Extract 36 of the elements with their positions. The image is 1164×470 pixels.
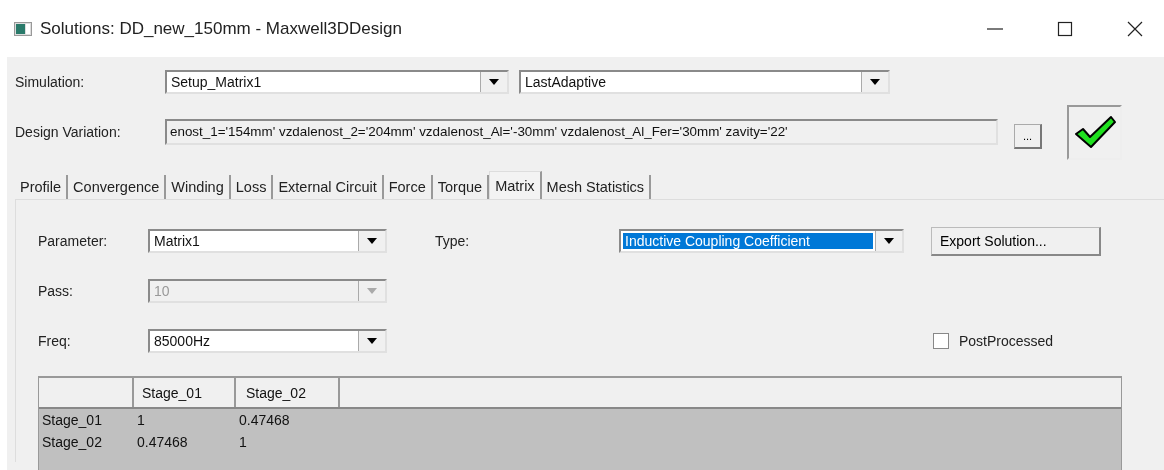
caret-icon xyxy=(870,79,880,85)
table-cell-text: 1 xyxy=(136,412,146,428)
browse-button[interactable]: ... xyxy=(1014,123,1042,149)
setup-dropdown[interactable]: Setup_Matrix1 xyxy=(165,70,509,94)
maximize-icon xyxy=(1057,20,1073,37)
field-label: Parameter: xyxy=(38,233,109,249)
column-header: Stage_02 xyxy=(236,378,340,407)
caret-icon xyxy=(367,338,377,344)
caret-icon xyxy=(367,238,377,244)
column-header: Stage_01 xyxy=(134,378,236,407)
caret-icon xyxy=(367,288,377,294)
export-button[interactable]: Export Solution... xyxy=(931,226,1101,256)
window-title: Solutions: DD_new_150mm - Maxwell3DDesign xyxy=(40,18,403,39)
frequency-dropdown[interactable]: 85000Hz xyxy=(148,329,387,353)
checkbox[interactable] xyxy=(933,333,949,349)
type-dropdown[interactable]: Inductive Coupling Coefficient xyxy=(619,229,904,253)
table-cell-text: 0.47468 xyxy=(238,412,291,428)
app-icon xyxy=(14,21,32,36)
caret-icon xyxy=(884,238,894,244)
parameter-dropdown[interactable]: Matrix1 xyxy=(148,229,387,253)
minimize-icon xyxy=(987,27,1003,30)
row-header: Stage_01 xyxy=(41,412,103,428)
field-label: Design Variation: xyxy=(15,124,122,140)
design-variation-field[interactable]: enost_1='154mm' vzdalenost_2='204mm' vzdalenost_Al='-30mm' vzdalenost_Al_Fer='30mm' zavity='22' xyxy=(165,119,998,145)
field-label: Type: xyxy=(435,233,471,249)
row-header: Stage_02 xyxy=(41,434,103,450)
caret-icon xyxy=(489,79,499,85)
field-label: Simulation: xyxy=(15,74,86,90)
table-cell-text: 1 xyxy=(238,434,248,450)
close-icon xyxy=(1127,20,1143,37)
field-label: Pass: xyxy=(38,283,74,299)
tab[interactable]: Matrix xyxy=(489,171,542,199)
table-cell-text: 0.47468 xyxy=(136,434,189,450)
solution-dropdown[interactable]: LastAdaptive xyxy=(519,70,890,94)
field-label: Freq: xyxy=(38,333,72,349)
checkbox-label: PostProcessed xyxy=(959,333,1054,349)
